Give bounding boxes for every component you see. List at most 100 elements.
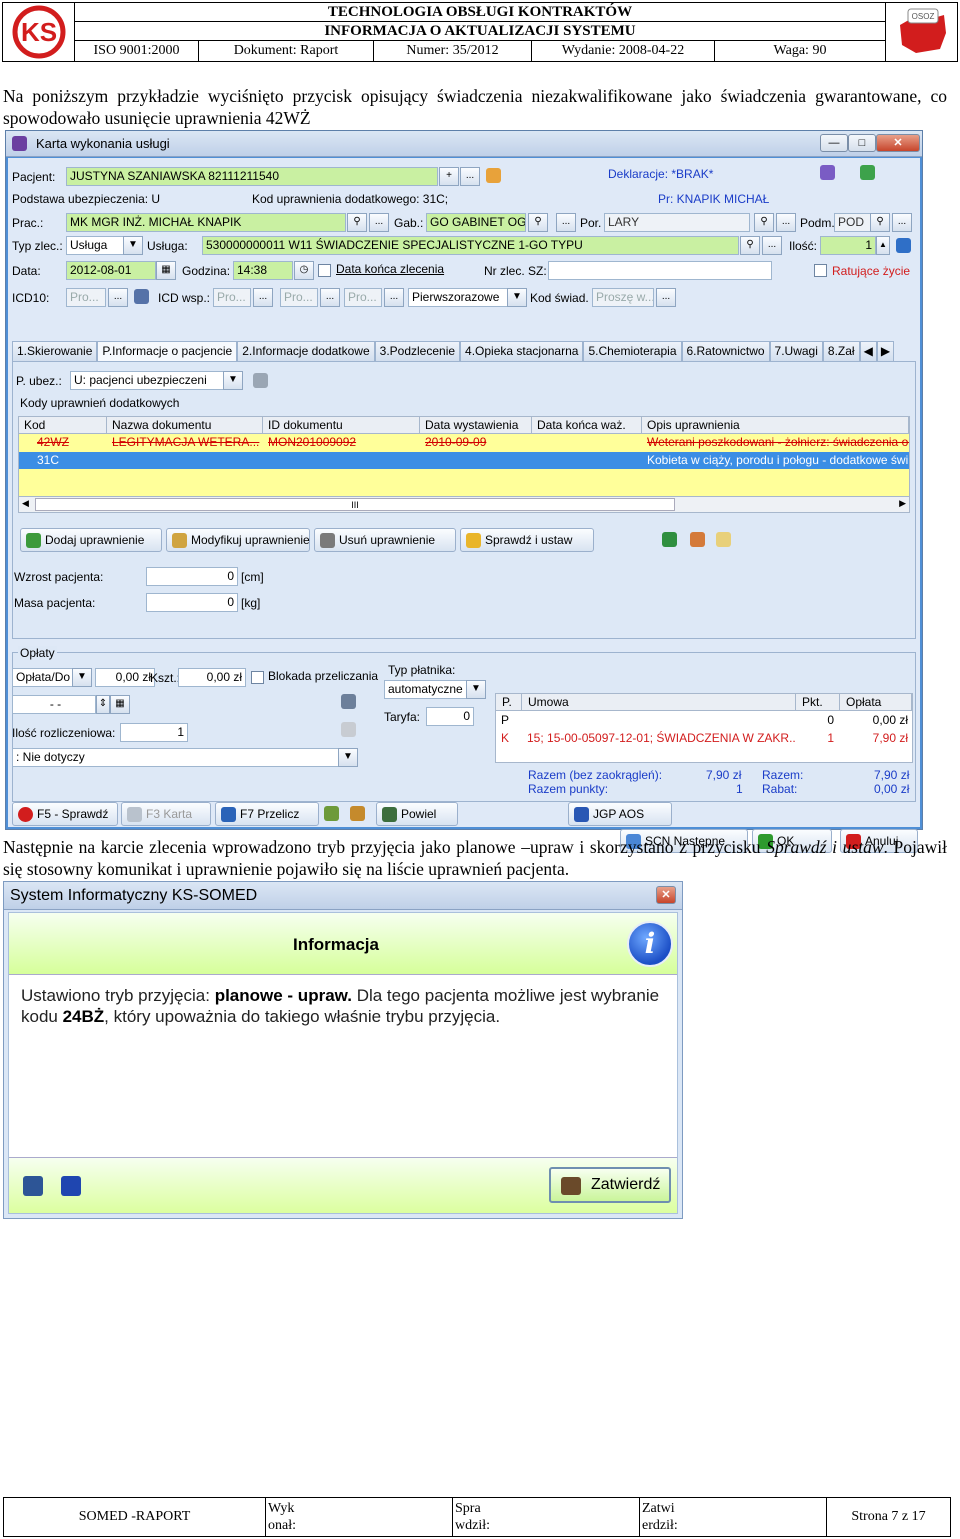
tab-chemioterapia[interactable]: 5.Chemioterapia <box>583 341 682 361</box>
chevron-down-icon[interactable]: ▼ <box>466 680 486 699</box>
por-lookup-button[interactable]: ... <box>776 213 796 232</box>
dodaj-uprawnienie-button[interactable]: Dodaj uprawnienie <box>20 528 162 552</box>
oplata-date-field[interactable]: - - <box>12 695 96 714</box>
wzrost-field[interactable]: 0 <box>146 567 238 586</box>
nie-dotyczy-select[interactable]: : Nie dotyczy <box>12 748 358 767</box>
por-filter-icon[interactable]: ⚲ <box>754 213 774 232</box>
copy-icon[interactable] <box>253 373 268 388</box>
table-row[interactable]: 42WZ LEGITYMACJA WETERA... MON201009092 … <box>19 434 909 451</box>
data-field[interactable]: 2012-08-01 <box>66 261 156 280</box>
maximize-button[interactable]: □ <box>848 134 876 152</box>
taryfa-field[interactable]: 0 <box>426 707 474 726</box>
copy-icon[interactable] <box>134 289 149 304</box>
chevron-down-icon[interactable]: ▼ <box>507 288 527 307</box>
usluga-field[interactable]: 530000000011 W11 ŚWIADCZENIE SPECJALISTY… <box>202 236 739 255</box>
patients-icon[interactable] <box>486 168 501 183</box>
person-icon[interactable] <box>690 532 705 547</box>
close-button[interactable]: ✕ <box>876 134 920 152</box>
chevron-down-icon[interactable]: ▼ <box>338 748 358 767</box>
nrzlec-field[interactable] <box>548 261 772 280</box>
help-icon[interactable] <box>341 722 356 737</box>
col-id[interactable]: ID dokumentu <box>263 417 420 433</box>
kszt-field[interactable]: 0,00 zł <box>178 668 246 687</box>
kodswiad-field[interactable]: Proszę w... <box>592 288 654 307</box>
ilosc-rozl-field[interactable]: 1 <box>120 723 188 742</box>
tab-scroll-right-icon[interactable]: ▶ <box>876 341 895 361</box>
icdwsp-field[interactable]: Pro... <box>213 288 251 307</box>
kodswiad-lookup-button[interactable]: ... <box>656 288 676 307</box>
tab-opieka-stacjonarna[interactable]: 4.Opieka stacjonarna <box>460 341 584 361</box>
info-card-icon[interactable] <box>716 532 731 547</box>
sprawdz-i-ustaw-button[interactable]: Sprawdź i ustaw <box>460 528 594 552</box>
masa-field[interactable]: 0 <box>146 593 238 612</box>
clock-icon[interactable]: ◷ <box>294 261 314 280</box>
usun-uprawnienie-button[interactable]: Usuń uprawnienie <box>314 528 456 552</box>
save-icon[interactable] <box>61 1176 81 1196</box>
gab-filter-icon[interactable]: ⚲ <box>528 213 548 232</box>
icd-pro3-field[interactable]: Pro... <box>344 288 382 307</box>
pacjent-lookup-button[interactable]: ... <box>460 167 480 186</box>
usluga-filter-icon[interactable]: ⚲ <box>740 236 760 255</box>
prac-lookup-button[interactable]: ... <box>369 213 389 232</box>
col-opis[interactable]: Opis uprawnienia <box>642 417 909 433</box>
godzina-field[interactable]: 14:38 <box>233 261 293 280</box>
col-data-konca[interactable]: Data końca waż. <box>532 417 642 433</box>
f5-sprawdz-button[interactable]: F5 - Sprawdź <box>12 802 118 826</box>
data-konca-checkbox[interactable] <box>318 264 331 277</box>
clipboard-icon[interactable] <box>23 1176 43 1196</box>
chevron-down-icon[interactable]: ▼ <box>123 236 143 255</box>
table-row[interactable]: P 0 0,00 zł <box>496 712 912 729</box>
gab-lookup-button[interactable]: ... <box>556 213 576 232</box>
scroll-thumb[interactable]: III <box>35 498 675 511</box>
calc-icon[interactable] <box>896 238 911 253</box>
usluga-lookup-button[interactable]: ... <box>762 236 782 255</box>
col-kod[interactable]: Kod <box>19 417 107 433</box>
money-add-icon[interactable] <box>662 532 677 547</box>
f7-przelicz-button[interactable]: F7 Przelicz <box>215 802 319 826</box>
col-data-wystawienia[interactable]: Data wystawienia <box>420 417 532 433</box>
pubez-select[interactable]: U: pacjenci ubezpieczeni <box>70 371 242 390</box>
pacjent-field[interactable]: JUSTYNA SZANIAWSKA 82111211540 <box>66 167 438 186</box>
minimize-button[interactable]: — <box>820 134 848 152</box>
scroll-right-icon[interactable]: ▶ <box>899 498 906 509</box>
users-add-icon[interactable] <box>324 806 339 821</box>
calendar-icon[interactable]: ▦ <box>110 695 130 714</box>
ilosc-stepper[interactable]: ▲ <box>876 236 890 255</box>
icd10-lookup-button[interactable]: ... <box>108 288 128 307</box>
grid-scrollbar[interactable]: ◀ III ▶ <box>18 496 910 513</box>
powiel-button[interactable]: Powiel <box>376 802 458 826</box>
chevron-down-icon[interactable]: ▼ <box>223 371 243 390</box>
icd-pro2-field[interactable]: Pro... <box>280 288 318 307</box>
tab-informacje-o-pacjencie[interactable]: P.Informacje o pacjencie <box>97 341 238 361</box>
date-stepper[interactable]: ⇕ <box>96 695 110 714</box>
prac-field[interactable]: MK MGR INŻ. MICHAŁ KNAPIK <box>66 213 346 232</box>
user-edit-icon[interactable] <box>820 165 835 180</box>
tab-skierowanie[interactable]: 1.Skierowanie <box>12 341 98 361</box>
ilosc-field[interactable]: 1 <box>820 236 876 255</box>
table-row-selected[interactable]: 31C Kobieta w ciąży, porodu i połogu - d… <box>19 452 909 469</box>
pacjent-add-icon[interactable]: + <box>439 167 459 186</box>
scroll-left-icon[interactable]: ◀ <box>22 498 29 509</box>
refresh-icon[interactable] <box>860 165 875 180</box>
f3-karta-button[interactable]: F3 Karta <box>121 802 211 826</box>
calendar-icon[interactable] <box>341 694 356 709</box>
table-row[interactable]: K 15; 15-00-05097-12-01; ŚWIADCZENIA W Z… <box>496 730 912 747</box>
tab-uwagi[interactable]: 7.Uwagi <box>769 341 823 361</box>
chevron-down-icon[interactable]: ▼ <box>72 668 92 687</box>
close-button[interactable]: ✕ <box>656 886 676 904</box>
blokada-checkbox[interactable] <box>251 671 264 684</box>
tab-ratownictwo[interactable]: 6.Ratownictwo <box>681 341 770 361</box>
icdwsp-lookup-button[interactable]: ... <box>253 288 273 307</box>
users-edit-icon[interactable] <box>350 806 365 821</box>
prac-filter-icon[interactable]: ⚲ <box>347 213 367 232</box>
ratujace-checkbox[interactable] <box>814 264 827 277</box>
icd10-field[interactable]: Pro... <box>66 288 106 307</box>
tab-zalaczniki[interactable]: 8.Zał <box>822 341 860 361</box>
jgp-aos-button[interactable]: JGP AOS <box>568 802 672 826</box>
icd-pro3-lookup-button[interactable]: ... <box>384 288 404 307</box>
col-nazwa[interactable]: Nazwa dokumentu <box>107 417 263 433</box>
icd-pro2-lookup-button[interactable]: ... <box>320 288 340 307</box>
tab-scroll-left-icon[interactable]: ◀ <box>859 341 877 361</box>
modyfikuj-uprawnienie-button[interactable]: Modyfikuj uprawnienie <box>166 528 310 552</box>
gab-field[interactable]: GO GABINET OGÓ <box>426 213 526 232</box>
